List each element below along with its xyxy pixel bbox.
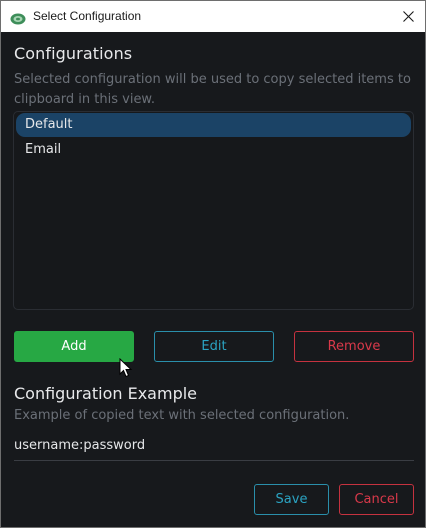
close-icon	[402, 7, 414, 26]
window-title: Select Configuration	[33, 9, 142, 23]
list-item-default[interactable]: Default	[16, 113, 411, 137]
configurations-list[interactable]: Default Email	[13, 111, 414, 310]
configurations-heading: Configurations	[14, 44, 133, 63]
remove-button[interactable]: Remove	[294, 331, 414, 362]
app-logo-icon	[10, 10, 26, 25]
example-text-field: username:password	[14, 435, 414, 461]
title-bar: Select Configuration	[1, 1, 425, 32]
save-button[interactable]: Save	[254, 484, 329, 515]
edit-button[interactable]: Edit	[154, 331, 274, 362]
configurations-description: Selected configuration will be used to c…	[14, 72, 411, 107]
dialog-content: Configurations Selected configuration wi…	[1, 32, 425, 527]
mouse-cursor-icon	[119, 357, 133, 378]
close-button[interactable]	[391, 1, 425, 32]
cancel-button[interactable]: Cancel	[339, 484, 414, 515]
example-description: Example of copied text with selected con…	[14, 408, 350, 423]
add-button[interactable]: Add	[14, 331, 134, 362]
select-configuration-dialog: Select Configuration Configurations Sele…	[0, 0, 426, 528]
list-item-email[interactable]: Email	[16, 138, 411, 162]
example-heading: Configuration Example	[14, 384, 198, 403]
